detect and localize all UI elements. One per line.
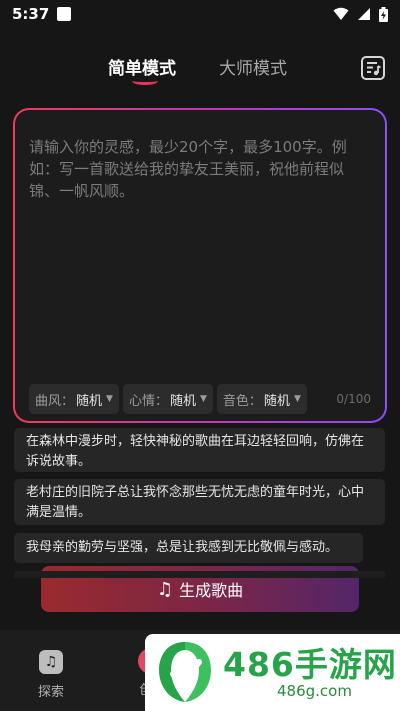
tab-simple-mode[interactable]: 简单模式 [108,54,176,79]
music-note-icon: ♫ [39,650,63,674]
wifi-icon [333,7,349,20]
watermark-url: 486g.com [277,682,352,700]
nav-explore[interactable]: ♫ 探索 [26,650,76,700]
caret-down-icon: ▼ [199,394,207,404]
style-chip-key: 曲风： [35,393,75,409]
style-chip[interactable]: 曲风： 随机 ▼ [29,384,119,414]
mode-tabs: 简单模式 大师模式 [0,48,400,92]
char-count: 0/100 [336,392,371,406]
timbre-chip-value: 随机 [263,393,290,409]
timbre-chip[interactable]: 音色： 随机 ▼ [216,384,307,414]
inspiration-input[interactable] [29,136,369,376]
tab-master-mode[interactable]: 大师模式 [219,54,287,79]
notification-icon [57,7,72,21]
status-icons [333,6,388,22]
caret-down-icon: ▼ [106,394,113,404]
prompt-box: 曲风： 随机 ▼ 心情： 随机 ▼ 音色： 随机 ▼ 0/100 [13,108,387,423]
suggestion-list-edge [14,571,385,578]
watermark: 486手游网 486g.com [145,634,400,711]
music-note-icon: ♫ [156,578,174,600]
timbre-chip-key: 音色： [222,393,262,409]
music-list-icon[interactable] [360,55,386,81]
prompt-inner: 曲风： 随机 ▼ 心情： 随机 ▼ 音色： 随机 ▼ 0/100 [15,110,385,421]
status-bar: 5:37 [0,0,400,28]
generate-song-label: 生成歌曲 [179,581,244,600]
nav-explore-label: 探索 [37,685,64,700]
battery-icon [379,6,388,22]
signal-icon [358,8,370,20]
watermark-logo-icon [159,642,211,702]
mood-chip[interactable]: 心情： 随机 ▼ [122,384,213,414]
suggestion-item[interactable]: 在森林中漫步时，轻快神秘的歌曲在耳边轻轻回响，仿佛在诉说故事。 [14,428,385,472]
suggestion-item[interactable]: 老村庄的旧院子总让我怀念那些无忧无虑的童年时光，心中满是温情。 [14,479,385,525]
style-chip-value: 随机 [76,393,103,409]
mood-chip-key: 心情： [128,393,168,409]
caret-down-icon: ▼ [293,394,301,404]
suggestion-item[interactable]: 我母亲的勤劳与坚强，总是让我感到无比敬佩与感动。 [14,533,363,563]
option-chips: 曲风： 随机 ▼ 心情： 随机 ▼ 音色： 随机 ▼ [29,384,307,414]
watermark-title: 486手游网 [223,645,397,684]
status-time: 5:37 [12,5,50,23]
mood-chip-value: 随机 [169,393,196,409]
active-tab-indicator [132,77,158,85]
